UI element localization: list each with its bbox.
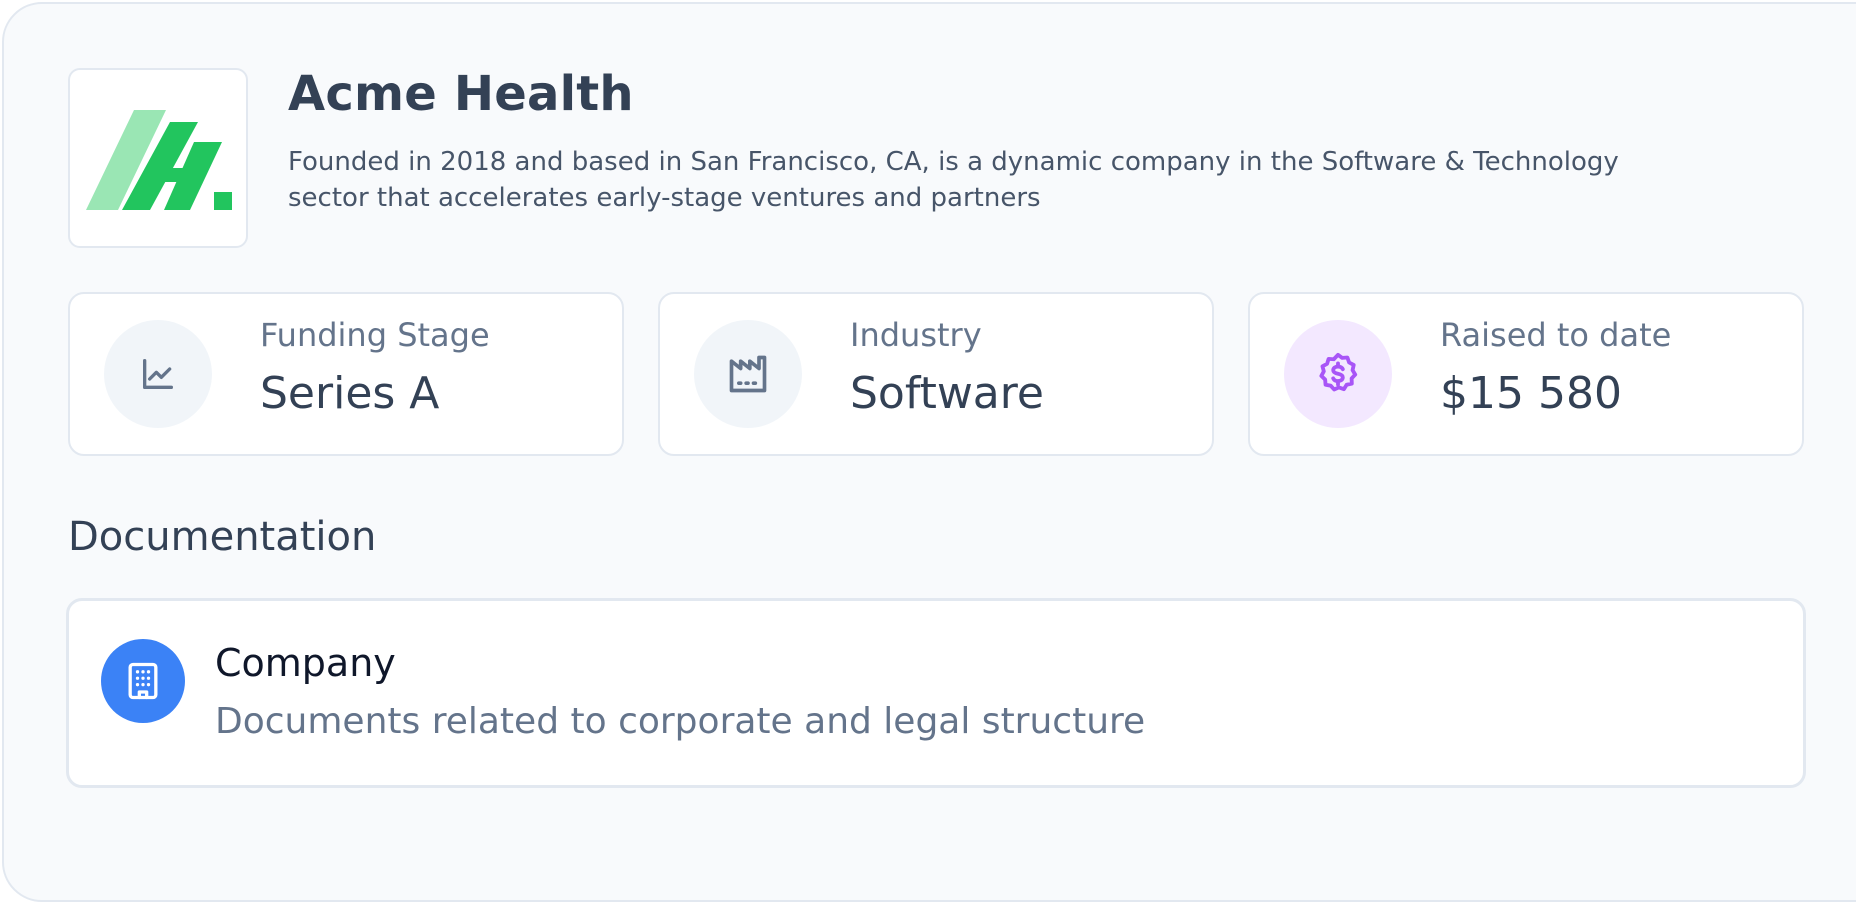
stat-card-funding-stage: Funding Stage Series A bbox=[68, 292, 624, 456]
stat-label: Industry bbox=[850, 316, 982, 354]
stat-value: Series A bbox=[260, 368, 440, 419]
stat-label: Funding Stage bbox=[260, 316, 490, 354]
documentation-item-title: Company bbox=[215, 641, 396, 685]
stat-label: Raised to date bbox=[1440, 316, 1672, 354]
company-description: Founded in 2018 and based in San Francis… bbox=[288, 147, 1619, 213]
company-logo bbox=[68, 68, 248, 248]
building-icon bbox=[101, 639, 185, 723]
section-title-documentation: Documentation bbox=[68, 514, 377, 560]
company-profile-panel: Acme Health Founded in 2018 and based in… bbox=[2, 2, 1856, 902]
stat-value: Software bbox=[850, 368, 1044, 419]
company-name: Acme Health bbox=[288, 66, 634, 122]
dollar-badge-icon bbox=[1284, 320, 1392, 428]
documentation-item-description: Documents related to corporate and legal… bbox=[215, 701, 1146, 742]
stat-card-industry: Industry Software bbox=[658, 292, 1214, 456]
documentation-item-company[interactable]: Company Documents related to corporate a… bbox=[66, 598, 1806, 788]
chart-line-icon bbox=[104, 320, 212, 428]
acme-health-logo-icon bbox=[86, 110, 232, 210]
stat-card-raised-to-date: Raised to date $15 580 bbox=[1248, 292, 1804, 456]
factory-icon bbox=[694, 320, 802, 428]
stat-value: $15 580 bbox=[1440, 368, 1622, 419]
